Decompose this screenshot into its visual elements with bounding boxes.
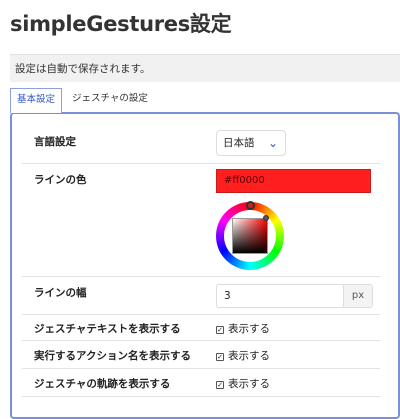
line-width-unit: px (343, 285, 372, 307)
check-icon: ✓ (216, 353, 224, 361)
show-action-name-label: 実行するアクション名を表示する (34, 350, 191, 362)
show-trail-checkbox-label: 表示する (228, 378, 270, 390)
chevron-down-icon: ⌄ (267, 136, 278, 150)
language-label: 言語設定 (34, 136, 76, 148)
line-color-label: ラインの色 (34, 174, 87, 186)
saturation-value-square[interactable] (232, 218, 268, 254)
tab-basic-settings[interactable]: 基本設定 (10, 88, 63, 113)
line-color-input[interactable]: #ff0000 (216, 169, 371, 193)
show-action-name-checkbox-label: 表示する (228, 350, 270, 362)
check-icon: ✓ (216, 326, 224, 334)
show-gesture-text-checkbox[interactable]: ✓ 表示する (216, 321, 270, 336)
hue-handle[interactable] (246, 201, 255, 210)
line-width-label: ラインの幅 (34, 287, 87, 299)
line-width-value: 3 (224, 290, 231, 302)
saturation-handle[interactable] (263, 215, 269, 221)
show-action-name-checkbox[interactable]: ✓ 表示する (216, 348, 270, 363)
settings-tabs: 基本設定 ジェスチャの設定 (10, 88, 400, 113)
page-title: simpleGestures設定 (10, 12, 232, 36)
line-width-input[interactable]: 3 px (216, 284, 373, 308)
language-select-value: 日本語 (223, 137, 255, 149)
show-gesture-text-checkbox-label: 表示する (228, 323, 270, 335)
show-trail-label: ジェスチャの軌跡を表示する (34, 378, 171, 390)
show-trail-checkbox[interactable]: ✓ 表示する (216, 376, 270, 391)
color-wheel-picker[interactable] (216, 201, 284, 270)
autosave-notice: 設定は自動で保存されます。 (10, 54, 400, 82)
check-icon: ✓ (216, 381, 224, 389)
language-select[interactable]: 日本語 ⌄ (216, 130, 286, 156)
tab-gesture-settings[interactable]: ジェスチャの設定 (66, 88, 154, 112)
show-gesture-text-label: ジェスチャテキストを表示する (34, 323, 181, 335)
